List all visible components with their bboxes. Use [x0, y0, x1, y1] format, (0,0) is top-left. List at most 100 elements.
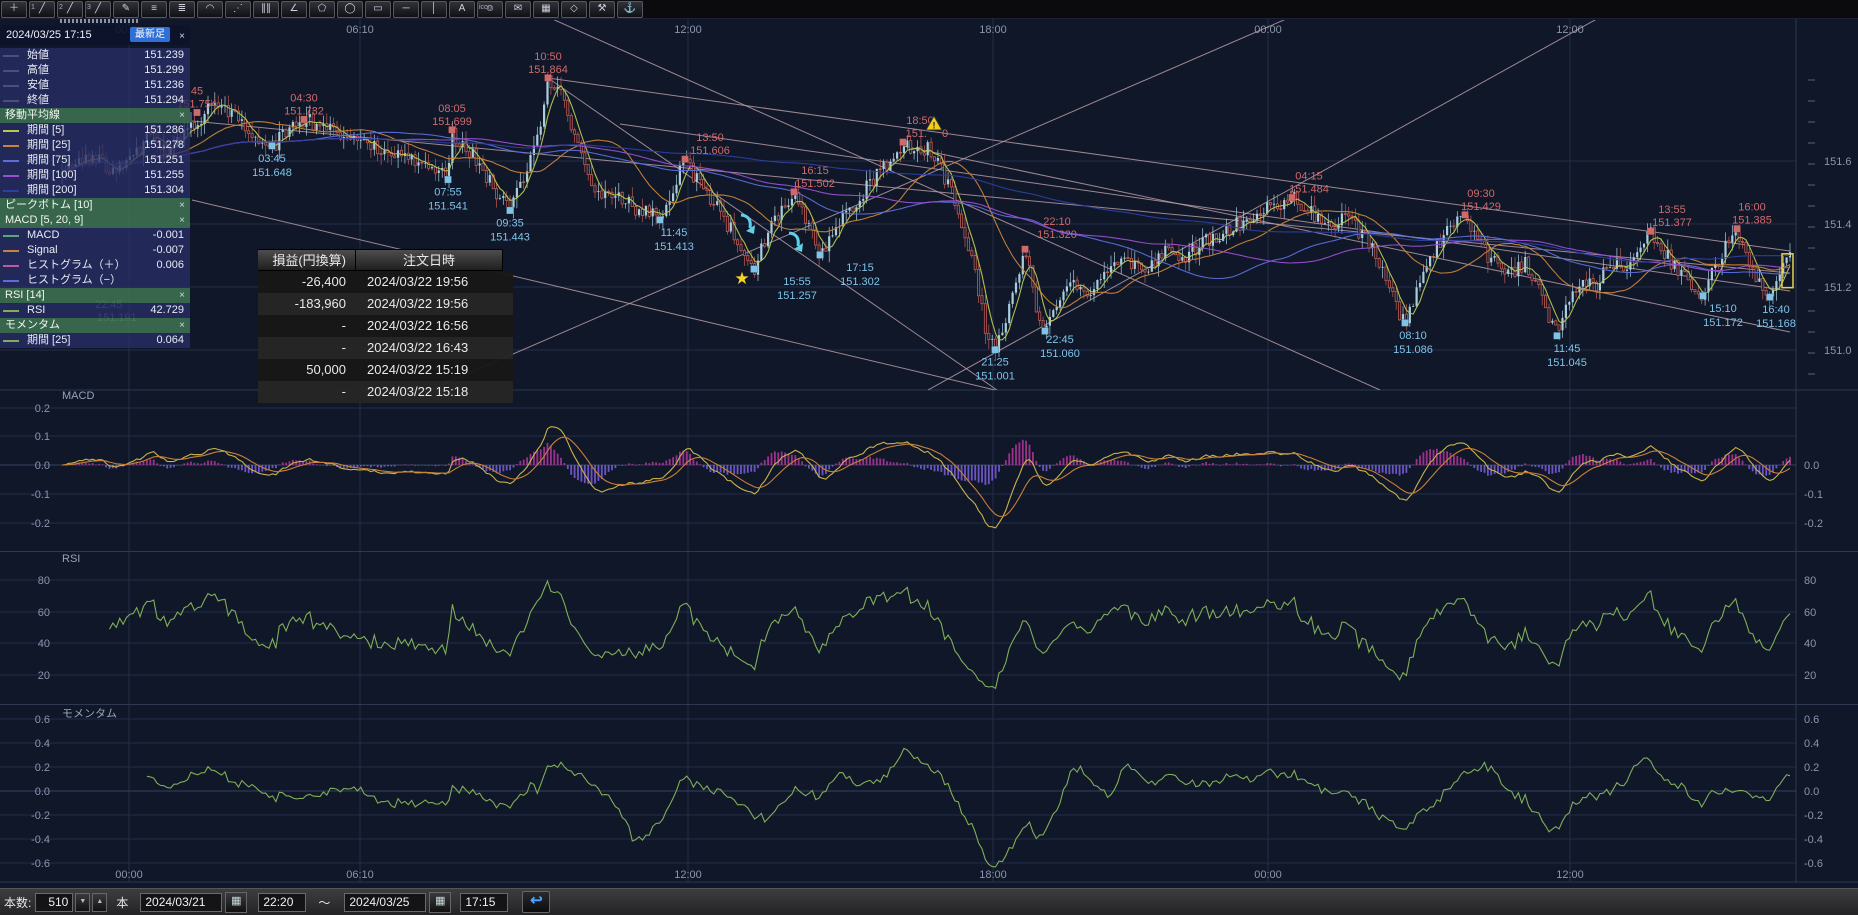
indicator-value-row: 期間 [100] 151.255: [0, 168, 190, 183]
close-icon[interactable]: ×: [179, 108, 185, 123]
svg-text:60: 60: [1804, 607, 1816, 619]
order-datetime-value: 2024/03/22 19:56: [355, 271, 513, 293]
date-to-input[interactable]: 2024/03/25: [344, 893, 426, 912]
ray-fan-tool[interactable]: ⋰: [225, 1, 251, 18]
close-icon[interactable]: ×: [179, 27, 185, 47]
svg-text:151.6: 151.6: [1824, 156, 1852, 168]
row-value: 151.255: [144, 168, 184, 183]
polygon-tool[interactable]: ⬠: [309, 1, 335, 18]
close-icon[interactable]: ×: [179, 198, 185, 213]
pattern-stamp-tool[interactable]: ▦: [533, 1, 559, 18]
indicator-header-row: MACD [5, 20, 9]×: [0, 213, 190, 228]
svg-text:22:45: 22:45: [1046, 334, 1074, 346]
legend-line-swatch: [3, 100, 19, 102]
order-row: -183,9602024/03/22 19:56: [258, 293, 513, 315]
svg-text:09:30: 09:30: [1467, 188, 1495, 200]
horizontal-line-tool[interactable]: ─: [393, 1, 419, 18]
legend-line-swatch: [3, 310, 19, 312]
swing-marker: [751, 266, 758, 273]
order-row: -2024/03/22 15:18: [258, 381, 513, 403]
vertical-line-tool[interactable]: │: [421, 1, 447, 18]
brush-tool[interactable]: ✎: [113, 1, 139, 18]
trading-app-window: { "toolbar": {"tools": [ {"name":"crossh…: [0, 0, 1858, 914]
trendline-3-tool[interactable]: ╱3: [85, 1, 111, 18]
current-bar-datetime: 2024/03/25 17:15: [6, 29, 92, 41]
trendline-2-tool[interactable]: ╱2: [57, 1, 83, 18]
order-pl-value: -: [258, 337, 355, 359]
order-datetime-value: 2024/03/22 16:56: [355, 315, 513, 337]
svg-text:10:50: 10:50: [534, 51, 562, 63]
row-label: 高値: [27, 63, 49, 78]
parallel-lines-tool[interactable]: ≡: [141, 1, 167, 18]
anchor-tool[interactable]: ⚓: [617, 1, 643, 18]
calendar-to-icon[interactable]: ▦: [429, 892, 451, 913]
row-label: ピークボトム [10]: [5, 198, 92, 213]
ellipse-tool[interactable]: ◯: [337, 1, 363, 18]
arrow-down-icon: [741, 215, 750, 228]
chart-canvas[interactable]: 00:0006:1012:0018:0000:0012:0000:0006:10…: [0, 0, 1858, 914]
eraser-tool[interactable]: ◇: [561, 1, 587, 18]
svg-text:80: 80: [1804, 575, 1816, 587]
svg-text:-0.1: -0.1: [1804, 489, 1823, 501]
svg-text:06:10: 06:10: [346, 869, 374, 881]
svg-text:17:15: 17:15: [846, 262, 874, 274]
latest-bar-badge[interactable]: 最新足: [130, 27, 170, 42]
indicator-value-row: 期間 [5]151.286: [0, 123, 190, 138]
row-value: 0.006: [156, 258, 184, 273]
momentum-panel-title: モメンタム: [62, 705, 117, 721]
svg-text:12:00: 12:00: [674, 869, 702, 881]
svg-text:12:00: 12:00: [674, 24, 702, 36]
svg-text:151.320: 151.320: [1037, 229, 1077, 241]
svg-text:151.429: 151.429: [1461, 201, 1501, 213]
text-tool[interactable]: A: [449, 1, 475, 18]
svg-text:11:45: 11:45: [1554, 343, 1581, 355]
reset-range-button[interactable]: ↩: [522, 891, 550, 913]
order-pl-value: -26,400: [258, 271, 355, 293]
angle-fan-tool[interactable]: ∠: [281, 1, 307, 18]
close-icon[interactable]: ×: [179, 318, 185, 333]
arrow-down-icon: [789, 233, 798, 246]
panel-drag-handle[interactable]: [60, 19, 140, 23]
row-value: 151.304: [144, 183, 184, 198]
crosshair-tool[interactable]: ＋: [1, 1, 27, 18]
svg-text:22:10: 22:10: [1043, 216, 1071, 228]
row-label: 期間 [100]: [27, 168, 77, 183]
icon-stamp-tool[interactable]: ☺icon: [477, 1, 503, 18]
row-label: ヒストグラム（＋）: [27, 258, 126, 273]
row-value: 0.064: [156, 333, 184, 348]
svg-text:13:55: 13:55: [1658, 204, 1686, 216]
svg-text:18:00: 18:00: [979, 24, 1007, 36]
svg-text:151.385: 151.385: [1732, 215, 1772, 227]
calendar-from-icon[interactable]: ▦: [225, 892, 247, 913]
svg-text:151.302: 151.302: [840, 276, 880, 288]
rectangle-tool[interactable]: ▭: [365, 1, 391, 18]
swing-marker: [1767, 294, 1774, 301]
order-datetime-value: 2024/03/22 19:56: [355, 293, 513, 315]
row-label: 安値: [27, 78, 49, 93]
trendline-1-tool[interactable]: ╱1: [29, 1, 55, 18]
close-icon[interactable]: ×: [179, 288, 185, 303]
svg-text:16:40: 16:40: [1762, 304, 1790, 316]
count-spin-up-icon[interactable]: ▲: [92, 893, 107, 912]
time-from-input[interactable]: 22:20: [258, 893, 306, 912]
svg-text:0.6: 0.6: [1804, 714, 1819, 726]
date-from-input[interactable]: 2024/03/21: [140, 893, 222, 912]
svg-text:151.732: 151.732: [284, 105, 324, 117]
count-spin-down-icon[interactable]: ▼: [75, 893, 90, 912]
swing-marker: [1022, 246, 1029, 253]
edit-tools-tool[interactable]: ⚒: [589, 1, 615, 18]
svg-text:0.2: 0.2: [1804, 762, 1819, 774]
svg-text:151.2: 151.2: [1824, 282, 1852, 294]
mail-stamp-tool[interactable]: ✉: [505, 1, 531, 18]
drawing-toolbar: ＋╱1╱2╱3✎≡≣◠⋰∥∥∠⬠◯▭─│A☺icon✉▦◇⚒⚓: [0, 0, 1858, 19]
vertical-grid-tool[interactable]: ∥∥: [253, 1, 279, 18]
time-to-input[interactable]: 17:15: [460, 893, 508, 912]
indicator-value-row: 期間 [200]151.304: [0, 183, 190, 198]
bar-count-input[interactable]: 510: [35, 893, 73, 912]
multi-lines-tool[interactable]: ≣: [169, 1, 195, 18]
rsi-panel-title: RSI: [62, 553, 80, 565]
svg-text:06:10: 06:10: [346, 24, 374, 36]
close-icon[interactable]: ×: [179, 213, 185, 228]
swing-marker: [1700, 292, 1707, 299]
gauge-fan-tool[interactable]: ◠: [197, 1, 223, 18]
